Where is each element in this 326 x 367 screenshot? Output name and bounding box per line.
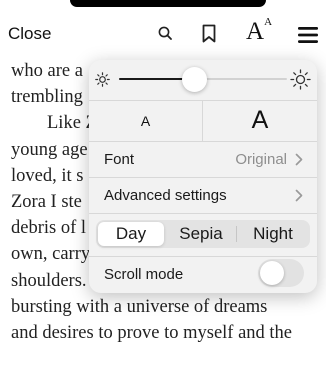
theme-night-option[interactable]: Night — [238, 222, 308, 246]
font-label: Font — [104, 150, 135, 168]
text-size-glyph-large: A — [246, 18, 265, 45]
brightness-slider-thumb[interactable] — [182, 67, 208, 92]
reader-toolbar: Close AA — [0, 12, 326, 56]
chevron-right-icon — [295, 189, 303, 207]
scroll-mode-label: Scroll mode — [104, 266, 184, 283]
divider — [236, 226, 237, 242]
close-button[interactable]: Close — [8, 24, 51, 44]
toggle-knob — [260, 261, 284, 285]
font-row[interactable]: Font Original — [89, 141, 317, 177]
chevron-right-icon — [295, 153, 303, 171]
theme-sepia-option[interactable]: Sepia — [166, 222, 236, 246]
bookmark-icon[interactable] — [202, 24, 216, 48]
page-line: and desires to prove to myself and the — [11, 323, 293, 344]
text-size-icon[interactable]: AA — [246, 16, 273, 46]
theme-day-option[interactable]: Day — [98, 222, 164, 246]
advanced-settings-row[interactable]: Advanced settings — [89, 177, 317, 213]
camera-notch — [70, 0, 266, 7]
scroll-mode-row: Scroll mode — [89, 256, 317, 293]
sun-high-icon — [290, 69, 311, 95]
font-size-controls: A A — [89, 100, 317, 141]
page-line: bursting with a universe of dreams — [11, 296, 268, 317]
scroll-mode-toggle[interactable] — [258, 259, 304, 287]
brightness-row — [89, 60, 317, 100]
menu-icon[interactable] — [298, 27, 318, 48]
text-size-glyph-small: A — [264, 16, 273, 28]
divider — [89, 213, 317, 214]
decrease-font-size-button[interactable]: A — [89, 100, 202, 141]
increase-font-size-button[interactable]: A — [203, 100, 317, 141]
appearance-panel: A A Font Original Advanced settings Day … — [89, 60, 317, 293]
theme-selector: Day Sepia Night — [96, 220, 310, 248]
advanced-settings-label: Advanced settings — [104, 186, 227, 204]
font-value: Original — [235, 150, 287, 168]
sun-low-icon — [95, 72, 110, 92]
search-icon[interactable] — [158, 26, 172, 45]
